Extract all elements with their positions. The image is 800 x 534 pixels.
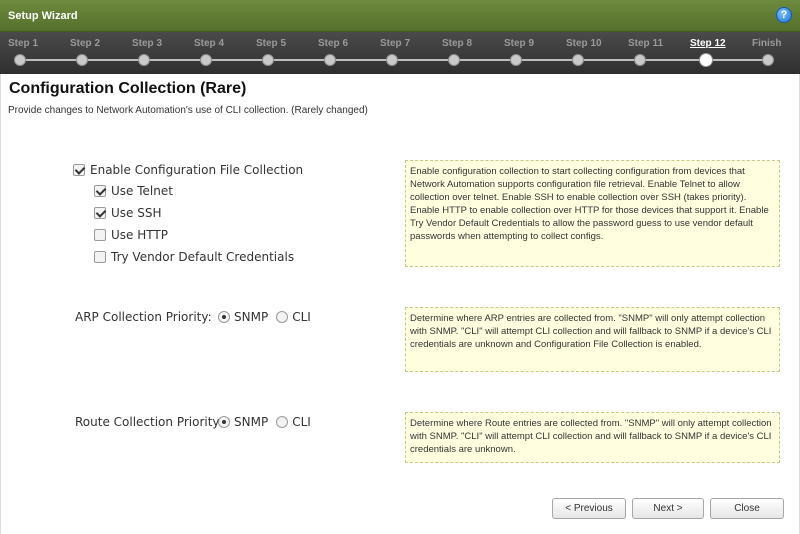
step-label: Step 10	[566, 38, 602, 49]
arp-priority-help-box: Determine where ARP entries are collecte…	[405, 307, 780, 372]
step-dot	[510, 54, 522, 66]
checkbox-icon[interactable]	[94, 251, 106, 263]
close-button[interactable]: Close	[710, 498, 784, 519]
checkbox-label: Use Telnet	[111, 184, 173, 198]
step-label: Step 3	[132, 38, 163, 49]
step-dot-current	[700, 54, 712, 66]
step-label: Step 7	[380, 38, 411, 49]
step-label: Step 8	[442, 38, 473, 49]
page-description: Provide changes to Network Automation's …	[8, 105, 368, 116]
route-priority-radio-group: SNMP CLI	[218, 415, 319, 429]
step-dot	[200, 54, 212, 66]
checkbox-icon[interactable]	[94, 207, 106, 219]
checkbox-label: Try Vendor Default Credentials	[111, 250, 295, 264]
radio-icon[interactable]	[218, 416, 230, 428]
step-dot	[14, 54, 26, 66]
checkbox-icon[interactable]	[94, 185, 106, 197]
step-dot	[572, 54, 584, 66]
use-telnet-checkbox[interactable]: Use Telnet	[94, 184, 173, 198]
help-icon[interactable]: ?	[776, 7, 792, 23]
step-dot	[324, 54, 336, 66]
radio-icon[interactable]	[218, 311, 230, 323]
step-label-current: Step 12	[690, 38, 726, 49]
step-dot	[634, 54, 646, 66]
step-dot	[138, 54, 150, 66]
radio-icon[interactable]	[276, 311, 289, 323]
checkbox-icon[interactable]	[94, 229, 106, 241]
radio-icon[interactable]	[276, 416, 289, 428]
content-frame	[0, 74, 800, 534]
step-label: Finish	[752, 38, 782, 49]
radio-label: CLI	[292, 415, 311, 429]
wizard-steps-bar: Step 1 Step 2 Step 3 Step 4 Step 5 Step …	[0, 32, 800, 74]
enable-config-collection-checkbox[interactable]: Enable Configuration File Collection	[73, 163, 303, 177]
route-cli-option[interactable]: CLI	[276, 415, 311, 429]
arp-priority-label: ARP Collection Priority:	[75, 310, 212, 324]
title-bar: Setup Wizard ?	[0, 0, 800, 32]
use-ssh-checkbox[interactable]: Use SSH	[94, 206, 162, 220]
next-button[interactable]: Next >	[632, 498, 704, 519]
arp-cli-option[interactable]: CLI	[276, 310, 311, 324]
arp-priority-radio-group: SNMP CLI	[218, 310, 319, 324]
step-label: Step 4	[194, 38, 225, 49]
checkbox-label: Enable Configuration File Collection	[90, 163, 304, 177]
try-vendor-default-credentials-checkbox[interactable]: Try Vendor Default Credentials	[94, 250, 294, 264]
step-label: Step 2	[70, 38, 101, 49]
use-http-checkbox[interactable]: Use HTTP	[94, 228, 168, 242]
window-title: Setup Wizard	[8, 10, 78, 22]
step-label: Step 9	[504, 38, 535, 49]
step-dot	[76, 54, 88, 66]
radio-label: CLI	[292, 310, 311, 324]
step-dot	[448, 54, 460, 66]
step-dot	[262, 54, 274, 66]
route-priority-help-box: Determine where Route entries are collec…	[405, 412, 780, 463]
route-snmp-option[interactable]: SNMP	[218, 415, 268, 429]
arp-snmp-option[interactable]: SNMP	[218, 310, 268, 324]
config-collection-help-box: Enable configuration collection to start…	[405, 160, 780, 267]
step-label: Step 6	[318, 38, 349, 49]
step-label: Step 1	[8, 38, 39, 49]
previous-button[interactable]: < Previous	[552, 498, 626, 519]
checkbox-icon[interactable]	[73, 164, 85, 176]
checkbox-label: Use SSH	[111, 206, 162, 220]
radio-label: SNMP	[234, 310, 269, 324]
step-label: Step 5	[256, 38, 287, 49]
step-label: Step 11	[628, 38, 664, 49]
route-priority-label: Route Collection Priority:	[75, 415, 223, 429]
radio-label: SNMP	[234, 415, 269, 429]
step-dot	[386, 54, 398, 66]
checkbox-label: Use HTTP	[111, 228, 168, 242]
step-dot	[762, 54, 774, 66]
page-title: Configuration Collection (Rare)	[9, 80, 247, 97]
